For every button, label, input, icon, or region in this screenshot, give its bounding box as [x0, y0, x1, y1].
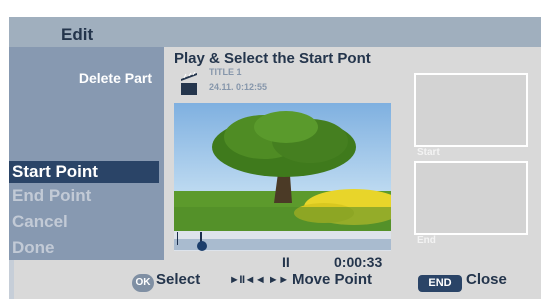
close-hint-label: Close	[466, 271, 507, 288]
instruction-title: Play & Select the Start Pont	[174, 50, 371, 67]
video-preview	[174, 103, 391, 231]
end-button-icon[interactable]: END	[418, 275, 462, 292]
header-band: Edit	[9, 17, 541, 47]
screen-title: Edit	[61, 25, 94, 44]
start-thumbnail	[414, 73, 528, 147]
end-thumbnail-label: End	[417, 235, 436, 246]
select-hint-label: Select	[156, 271, 201, 288]
playhead-handle[interactable]	[197, 241, 207, 251]
delete-part-heading: Delete Part	[78, 70, 152, 86]
start-thumbnail-label: Start	[417, 147, 440, 158]
menu-item-end-point[interactable]: End Point	[9, 185, 159, 207]
clip-title: TITLE 1	[209, 67, 242, 77]
edit-screen: Edit Delete Part Start Point End Point C…	[9, 17, 541, 299]
menu-item-done[interactable]: Done	[9, 237, 159, 259]
clapperboard-icon	[181, 71, 197, 95]
menu-item-cancel[interactable]: Cancel	[9, 211, 159, 233]
menu-item-start-point[interactable]: Start Point	[9, 161, 159, 183]
clip-date-time: 24.11. 0:12:55	[209, 82, 268, 92]
end-thumbnail	[414, 161, 528, 235]
start-marker	[177, 232, 178, 245]
move-point-hint-label: Move Point	[292, 271, 373, 288]
move-point-icon: ►II◄◄ ►►	[229, 274, 289, 286]
